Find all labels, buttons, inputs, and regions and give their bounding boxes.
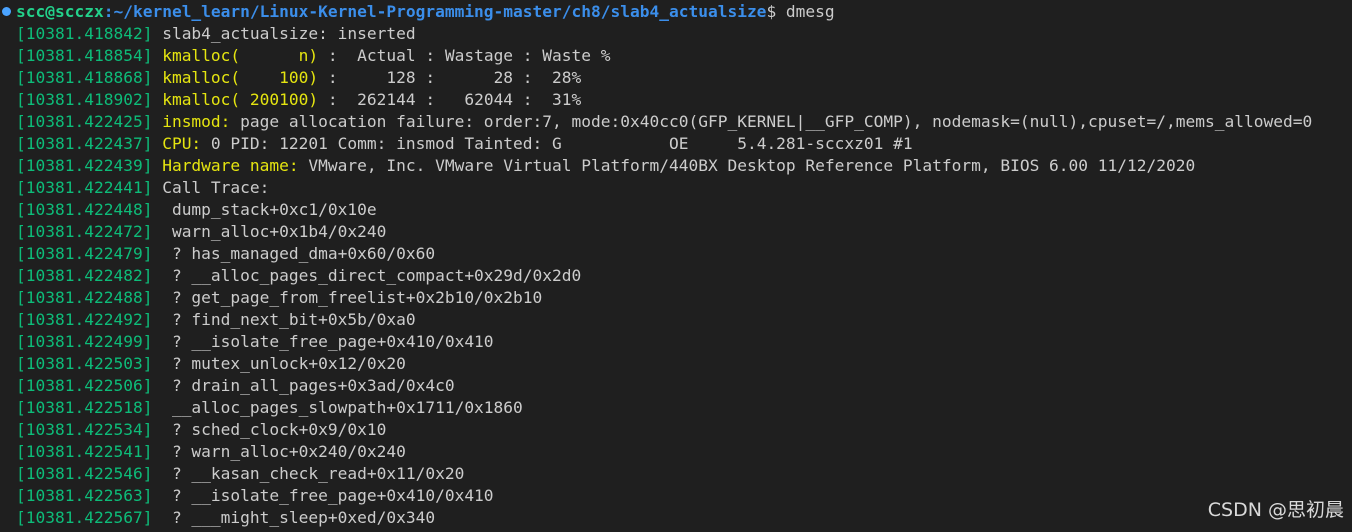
log-line: [10381.422534] ? sched_clock+0x9/0x10: [16, 419, 386, 441]
log-text: VMware, Inc. VMware Virtual Platform/440…: [298, 156, 1196, 175]
log-line: [10381.418868] kmalloc( 100) : 128 : 28 …: [16, 67, 581, 89]
log-timestamp: [10381.422534]: [16, 420, 153, 439]
log-timestamp: [10381.422441]: [16, 178, 153, 197]
log-timestamp: [10381.418842]: [16, 24, 153, 43]
prompt-separator: :: [103, 2, 114, 21]
log-text: : Actual : Wastage : Waste %: [318, 46, 611, 65]
log-line: [10381.422437] CPU: 0 PID: 12201 Comm: i…: [16, 133, 913, 155]
log-timestamp: [10381.422518]: [16, 398, 153, 417]
log-text: ? mutex_unlock+0x12/0x20: [152, 354, 406, 373]
log-line: [10381.422499] ? __isolate_free_page+0x4…: [16, 331, 494, 353]
log-timestamp: [10381.422541]: [16, 442, 153, 461]
log-text: : 262144 : 62044 : 31%: [318, 90, 582, 109]
log-timestamp: [10381.422503]: [16, 354, 153, 373]
log-text: ? __kasan_check_read+0x11/0x20: [152, 464, 465, 483]
log-timestamp: [10381.422488]: [16, 288, 153, 307]
log-text: ? ___might_sleep+0xed/0x340: [152, 508, 436, 527]
log-text: 0 PID: 12201 Comm: insmod Tainted: G OE …: [201, 134, 913, 153]
log-text: ? warn_alloc+0x240/0x240: [152, 442, 406, 461]
log-line: [10381.418902] kmalloc( 200100) : 262144…: [16, 89, 581, 111]
log-timestamp: [10381.422492]: [16, 310, 153, 329]
log-timestamp: [10381.418854]: [16, 46, 153, 65]
terminal-output[interactable]: scc@scczx:~/kernel_learn/Linux-Kernel-Pr…: [0, 0, 1352, 532]
log-text: ? __alloc_pages_direct_compact+0x29d/0x2…: [152, 266, 582, 285]
log-line: [10381.422506] ? drain_all_pages+0x3ad/0…: [16, 375, 455, 397]
log-timestamp: [10381.422482]: [16, 266, 153, 285]
log-text: warn_alloc+0x1b4/0x240: [152, 222, 387, 241]
log-line: [10381.422563] ? __isolate_free_page+0x4…: [16, 485, 494, 507]
log-line: [10381.422482] ? __alloc_pages_direct_co…: [16, 265, 581, 287]
log-timestamp: [10381.422479]: [16, 244, 153, 263]
log-highlight: kmalloc( 100): [152, 68, 319, 87]
log-timestamp: [10381.418868]: [16, 68, 153, 87]
log-text: ? has_managed_dma+0x60/0x60: [152, 244, 436, 263]
log-text: dump_stack+0xc1/0x10e: [152, 200, 377, 219]
log-text: ? drain_all_pages+0x3ad/0x4c0: [152, 376, 455, 395]
prompt-symbol: $: [766, 2, 777, 21]
log-line: [10381.422567] ? ___might_sleep+0xed/0x3…: [16, 507, 435, 529]
log-timestamp: [10381.418902]: [16, 90, 153, 109]
log-line: [10381.422441] Call Trace:: [16, 177, 269, 199]
log-text: page allocation failure: order:7, mode:0…: [230, 112, 1313, 131]
log-line: [10381.422541] ? warn_alloc+0x240/0x240: [16, 441, 406, 463]
log-highlight: CPU:: [152, 134, 202, 153]
log-timestamp: [10381.422437]: [16, 134, 153, 153]
log-highlight: kmalloc( n): [152, 46, 319, 65]
log-text: ? get_page_from_freelist+0x2b10/0x2b10: [152, 288, 543, 307]
log-text: : 128 : 28 : 28%: [318, 68, 582, 87]
status-dot-icon: [2, 7, 11, 16]
prompt-path: ~/kernel_learn/Linux-Kernel-Programming-…: [113, 2, 767, 21]
log-highlight: Hardware name:: [152, 156, 299, 175]
log-timestamp: [10381.422567]: [16, 508, 153, 527]
log-line: [10381.422479] ? has_managed_dma+0x60/0x…: [16, 243, 435, 265]
log-line: [10381.418842] slab4_actualsize: inserte…: [16, 23, 416, 45]
log-line: [10381.422492] ? find_next_bit+0x5b/0xa0: [16, 309, 416, 331]
watermark: CSDN @思初晨: [1207, 499, 1344, 521]
log-line: [10381.422448] dump_stack+0xc1/0x10e: [16, 199, 377, 221]
log-timestamp: [10381.422439]: [16, 156, 153, 175]
log-timestamp: [10381.422472]: [16, 222, 153, 241]
log-text: ? __isolate_free_page+0x410/0x410: [152, 486, 494, 505]
log-line: [10381.422488] ? get_page_from_freelist+…: [16, 287, 542, 309]
log-text: ? find_next_bit+0x5b/0xa0: [152, 310, 416, 329]
log-highlight: kmalloc( 200100): [152, 90, 319, 109]
log-line: [10381.422518] __alloc_pages_slowpath+0x…: [16, 397, 523, 419]
prompt-command: dmesg: [776, 2, 835, 21]
log-line: [10381.422503] ? mutex_unlock+0x12/0x20: [16, 353, 406, 375]
log-timestamp: [10381.422546]: [16, 464, 153, 483]
prompt-user-host: scc@scczx: [16, 2, 104, 21]
prompt-line: scc@scczx:~/kernel_learn/Linux-Kernel-Pr…: [2, 1, 835, 23]
log-line: [10381.422472] warn_alloc+0x1b4/0x240: [16, 221, 386, 243]
log-text: slab4_actualsize: inserted: [152, 24, 416, 43]
log-text: Call Trace:: [152, 178, 270, 197]
log-line: [10381.418854] kmalloc( n) : Actual : Wa…: [16, 45, 611, 67]
log-line: [10381.422425] insmod: page allocation f…: [16, 111, 1312, 133]
log-timestamp: [10381.422506]: [16, 376, 153, 395]
log-text: ? sched_clock+0x9/0x10: [152, 420, 387, 439]
log-highlight: insmod:: [152, 112, 231, 131]
log-timestamp: [10381.422499]: [16, 332, 153, 351]
log-timestamp: [10381.422448]: [16, 200, 153, 219]
log-text: __alloc_pages_slowpath+0x1711/0x1860: [152, 398, 523, 417]
log-text: ? __isolate_free_page+0x410/0x410: [152, 332, 494, 351]
log-timestamp: [10381.422425]: [16, 112, 153, 131]
log-line: [10381.422439] Hardware name: VMware, In…: [16, 155, 1195, 177]
log-line: [10381.422546] ? __kasan_check_read+0x11…: [16, 463, 464, 485]
log-timestamp: [10381.422563]: [16, 486, 153, 505]
